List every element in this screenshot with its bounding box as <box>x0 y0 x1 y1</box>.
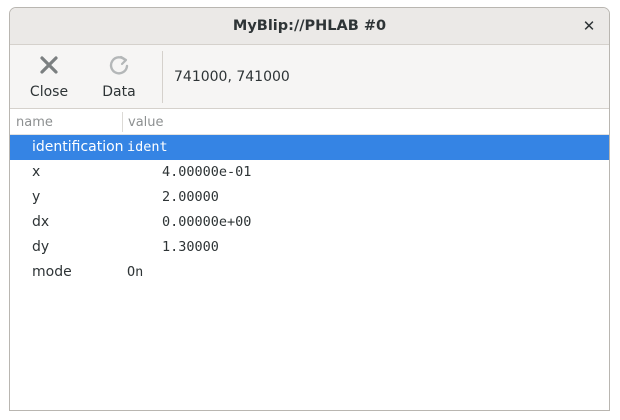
window-close-button[interactable]: ✕ <box>579 16 599 36</box>
window-title: MyBlip://PHLAB #0 <box>232 18 387 34</box>
row-value: On <box>127 264 144 280</box>
row-name: x <box>32 164 41 180</box>
data-tool-button[interactable]: Data <box>92 53 146 101</box>
row-value: 2.00000 <box>162 189 219 205</box>
main-window: MyBlip://PHLAB #0 ✕ Close Data 741000, 7… <box>9 7 610 411</box>
table-header: name value <box>10 109 609 135</box>
row-name: y <box>32 189 41 205</box>
column-divider[interactable] <box>122 112 123 132</box>
close-tool-label: Close <box>29 84 69 100</box>
row-value: ident <box>127 139 168 155</box>
close-x-icon <box>39 53 59 77</box>
property-table: name value identification ident x 4.0000… <box>10 109 609 410</box>
row-name: dx <box>32 214 50 230</box>
table-row[interactable]: dx 0.00000e+00 <box>10 210 609 235</box>
data-tool-label: Data <box>102 84 136 100</box>
table-row[interactable]: mode On <box>10 260 609 285</box>
row-name: mode <box>32 264 72 280</box>
table-row[interactable]: x 4.00000e-01 <box>10 160 609 185</box>
row-value: 1.30000 <box>162 239 219 255</box>
column-header-name[interactable]: name <box>16 115 53 130</box>
close-icon: ✕ <box>582 17 596 35</box>
table-row[interactable]: y 2.00000 <box>10 185 609 210</box>
titlebar[interactable]: MyBlip://PHLAB #0 ✕ <box>10 8 609 45</box>
toolbar-separator <box>162 51 163 103</box>
refresh-icon <box>108 53 130 77</box>
row-value: 4.00000e-01 <box>162 164 252 180</box>
toolbar: Close Data 741000, 741000 <box>10 45 609 109</box>
row-name: dy <box>32 239 50 255</box>
table-row[interactable]: dy 1.30000 <box>10 235 609 260</box>
close-tool-button[interactable]: Close <box>22 53 76 101</box>
table-row[interactable]: identification ident <box>10 135 609 160</box>
row-name: identification <box>32 139 124 155</box>
coordinates-readout: 741000, 741000 <box>174 69 290 85</box>
column-header-value[interactable]: value <box>128 115 164 130</box>
row-value: 0.00000e+00 <box>162 214 252 230</box>
